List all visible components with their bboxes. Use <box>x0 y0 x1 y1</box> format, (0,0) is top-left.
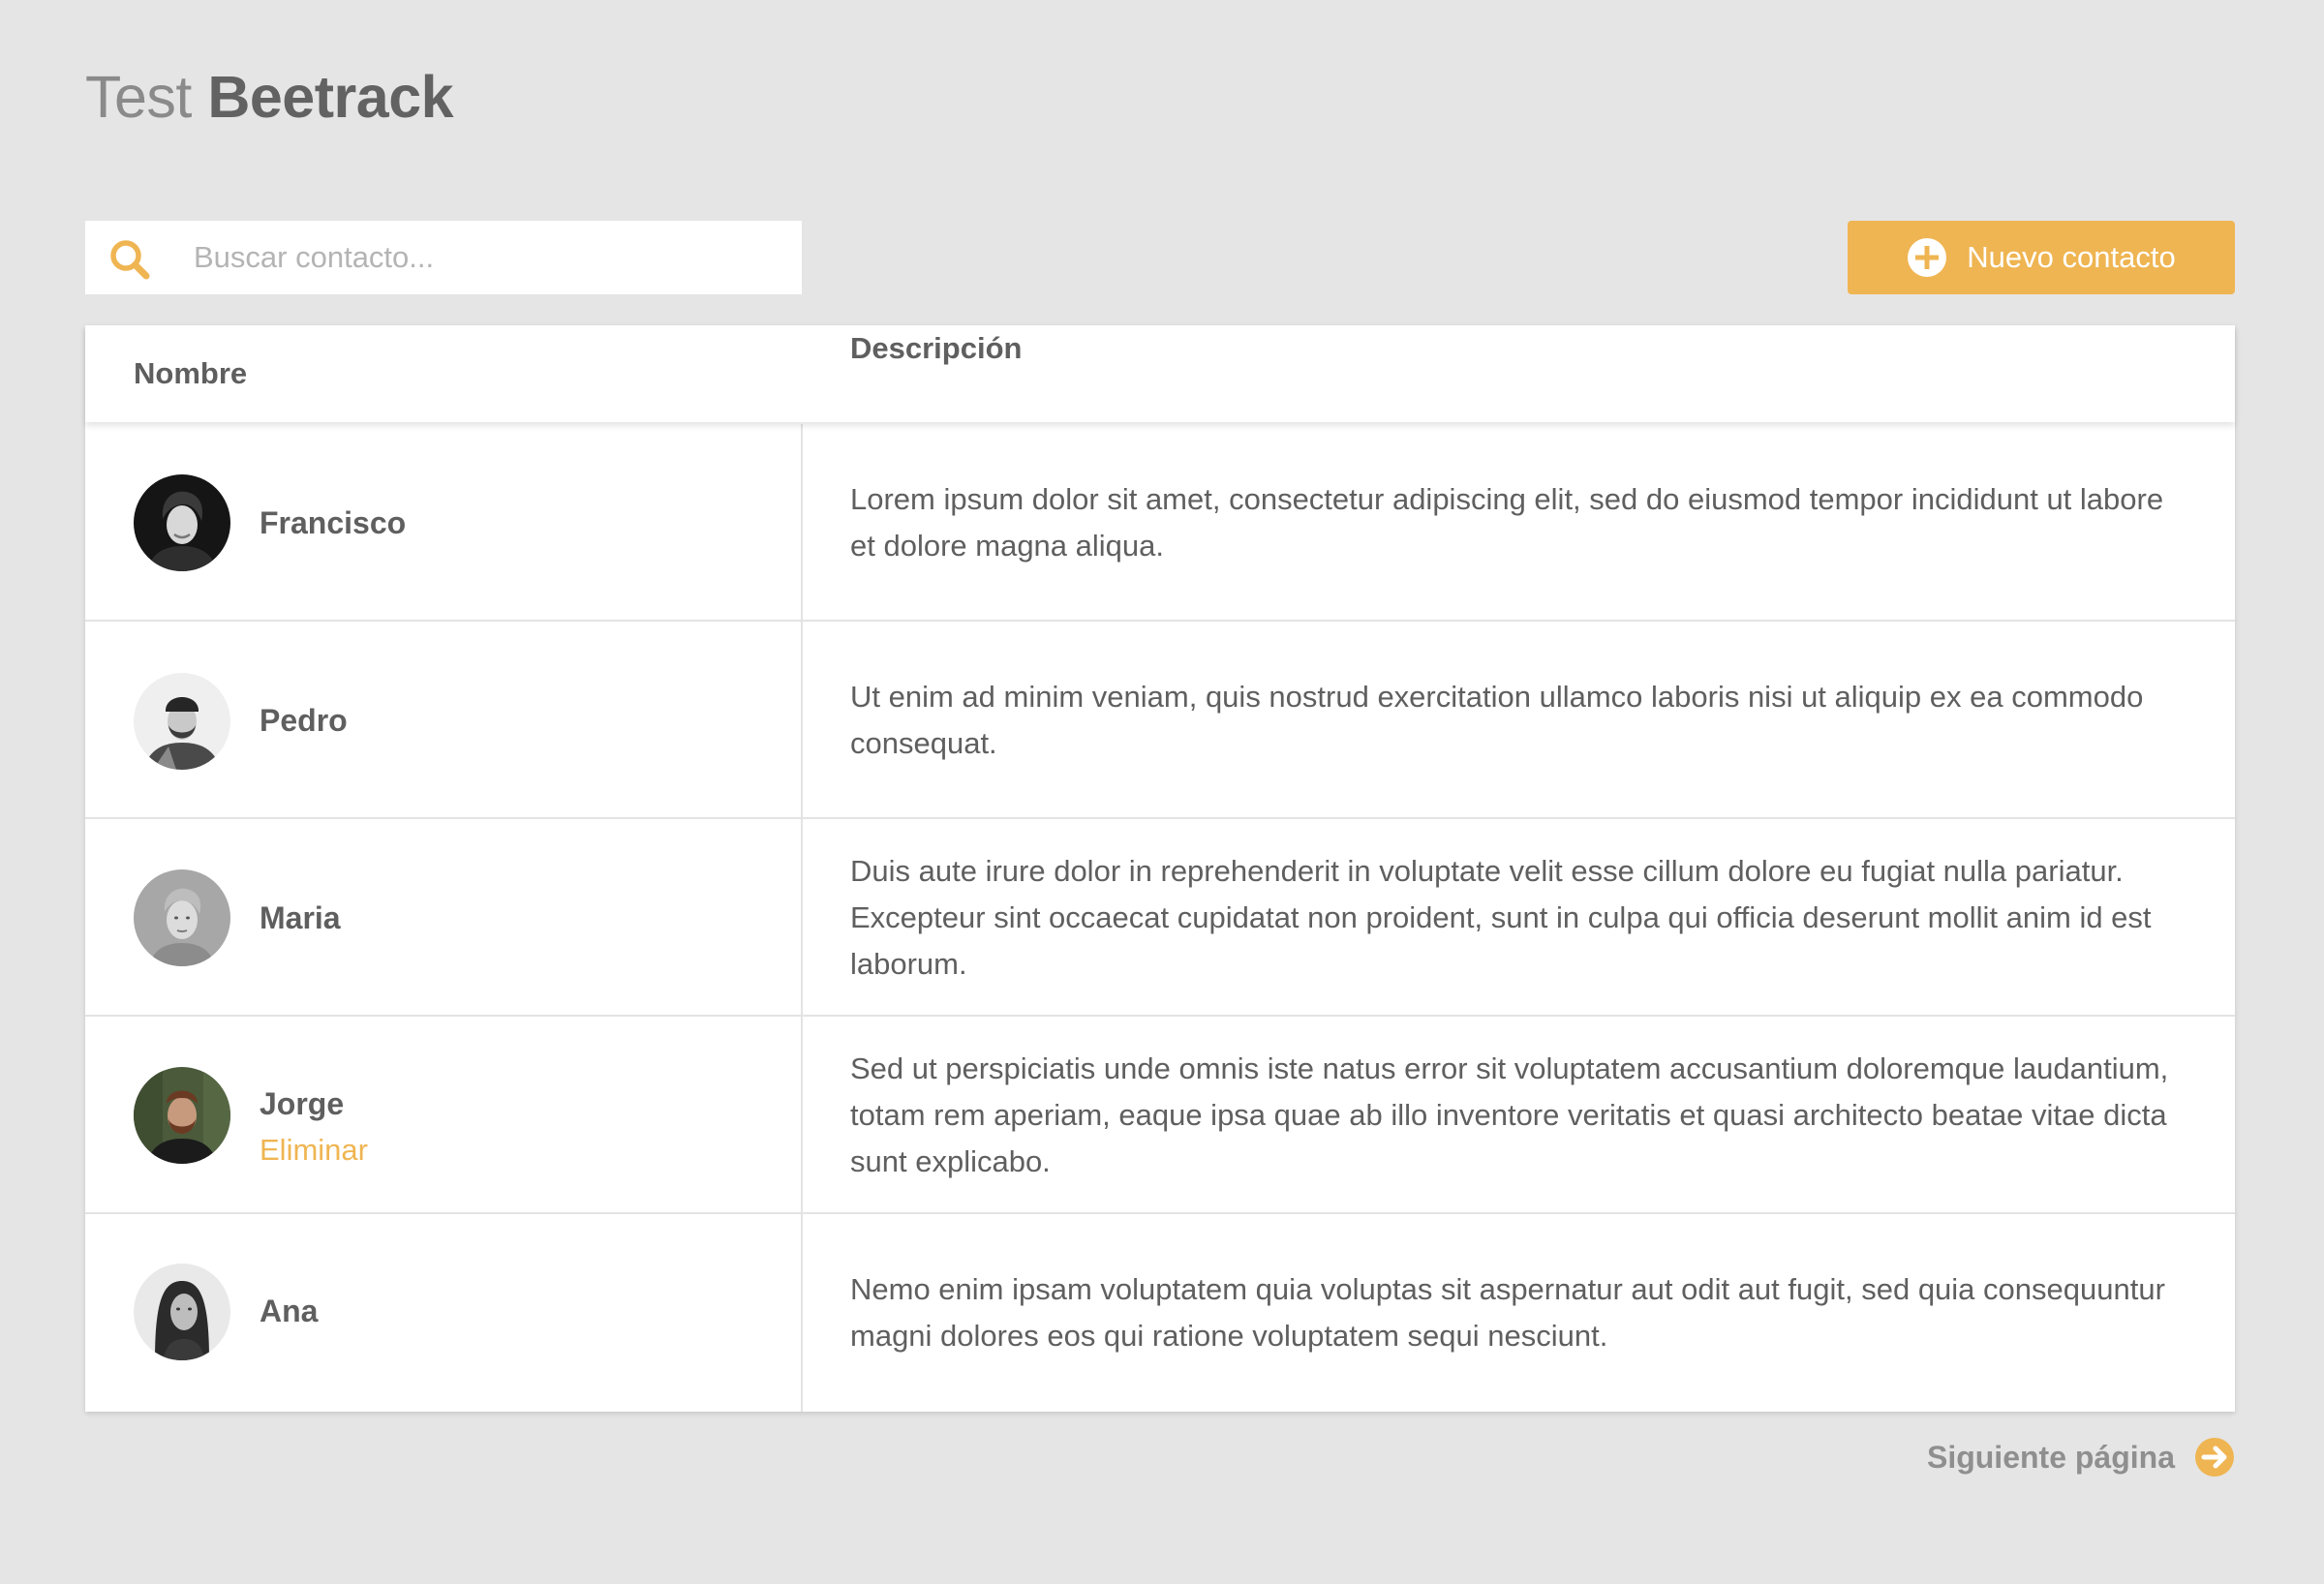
contact-description: Sed ut perspiciatis unde omnis iste natu… <box>850 1051 2169 1178</box>
contact-description: Lorem ipsum dolor sit amet, consectetur … <box>850 482 2164 563</box>
contact-name: Francisco <box>260 505 407 540</box>
name-cell: Jorge Eliminar <box>85 1017 803 1212</box>
contact-name: Pedro <box>260 703 348 738</box>
contact-name: Maria <box>260 900 341 935</box>
next-page-label: Siguiente página <box>1926 1439 2175 1475</box>
name-cell: Ana <box>85 1214 803 1412</box>
table-row[interactable]: Pedro Ut enim ad minim veniam, quis nost… <box>85 622 2235 819</box>
name-cell: Maria <box>85 819 803 1015</box>
table-row[interactable]: Jorge Eliminar Sed ut perspiciatis unde … <box>85 1017 2235 1214</box>
page-title: Test Beetrack <box>85 58 454 136</box>
arrow-right-circle-icon <box>2195 1438 2234 1477</box>
avatar[interactable] <box>134 673 230 770</box>
page: Test Beetrack Nuevo contacto Nombre Desc… <box>0 0 2324 1584</box>
table-header: Nombre Descripción <box>85 325 2235 422</box>
page-title-light: Test <box>85 64 192 130</box>
contact-description: Ut enim ad minim veniam, quis nostrud ex… <box>850 680 2144 760</box>
table-row[interactable]: Maria Duis aute irure dolor in reprehend… <box>85 819 2235 1017</box>
avatar[interactable] <box>134 1067 230 1164</box>
contact-description: Nemo enim ipsam voluptatem quia voluptas… <box>850 1272 2165 1353</box>
search-box <box>85 221 802 294</box>
column-header-name[interactable]: Nombre <box>134 325 247 422</box>
name-cell: Francisco <box>85 424 803 620</box>
name-cell: Pedro <box>85 622 803 817</box>
plus-circle-icon <box>1908 238 1947 277</box>
contact-description: Duis aute irure dolor in reprehenderit i… <box>850 854 2152 981</box>
new-contact-button-label: Nuevo contacto <box>1967 240 2176 274</box>
table-row[interactable]: Ana Nemo enim ipsam voluptatem quia volu… <box>85 1214 2235 1412</box>
table-body: Francisco Lorem ipsum dolor sit amet, co… <box>85 424 2235 1412</box>
table-row[interactable]: Francisco Lorem ipsum dolor sit amet, co… <box>85 424 2235 622</box>
next-page-button[interactable]: Siguiente página <box>1927 1437 2235 1477</box>
avatar[interactable] <box>134 1264 230 1360</box>
contact-name: Jorge <box>260 1086 345 1121</box>
avatar[interactable] <box>134 474 230 571</box>
search-input[interactable] <box>194 221 775 294</box>
new-contact-button[interactable]: Nuevo contacto <box>1848 221 2235 294</box>
search-icon[interactable] <box>107 236 153 283</box>
column-header-description[interactable]: Descripción <box>850 325 2196 422</box>
page-title-bold: Beetrack <box>207 64 454 130</box>
avatar[interactable] <box>134 869 230 966</box>
delete-contact-link[interactable]: Eliminar <box>260 1131 368 1170</box>
contact-name: Ana <box>260 1294 319 1328</box>
contacts-table: Nombre Descripción Francisco Lorem ipsum… <box>85 325 2235 1412</box>
